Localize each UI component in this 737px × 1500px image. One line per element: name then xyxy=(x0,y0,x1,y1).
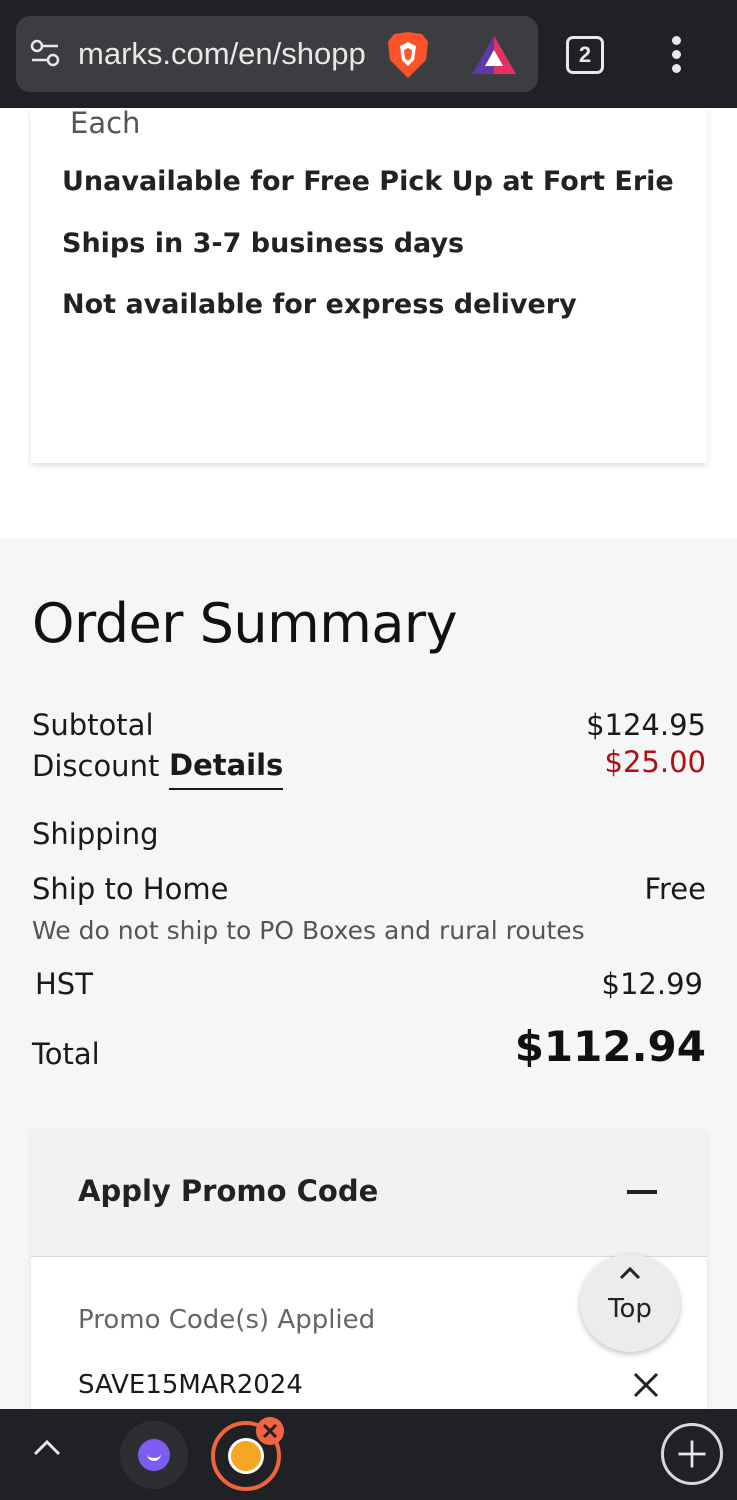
subtotal-label: Subtotal xyxy=(32,708,154,742)
subtotal-value: $124.95 xyxy=(586,708,706,742)
applied-promo-code: SAVE15MAR2024 xyxy=(78,1370,303,1400)
tab-favicon xyxy=(228,1438,264,1474)
ship-to-home-value: Free xyxy=(644,872,706,906)
chevron-up-icon xyxy=(619,1266,641,1280)
more-menu-icon[interactable] xyxy=(664,34,688,74)
shipping-label: Shipping xyxy=(32,817,159,851)
remove-promo-icon[interactable] xyxy=(632,1371,660,1399)
site-settings-icon[interactable] xyxy=(30,38,60,68)
back-to-top-button[interactable]: Top xyxy=(580,1254,680,1352)
discount-label: Discount xyxy=(32,749,160,783)
promo-applied-label: Promo Code(s) Applied xyxy=(78,1305,376,1335)
shipping-note: We do not ship to PO Boxes and rural rou… xyxy=(32,916,585,945)
new-tab-icon[interactable] xyxy=(661,1423,723,1485)
order-summary-title: Order Summary xyxy=(32,592,458,655)
chevron-up-icon[interactable] xyxy=(32,1437,62,1457)
leo-assistant-button[interactable] xyxy=(120,1421,188,1489)
browser-bottom-bar xyxy=(0,1409,737,1500)
brave-rewards-icon[interactable] xyxy=(470,34,518,76)
url-text[interactable]: marks.com/en/shopp xyxy=(78,34,368,74)
hst-value: $12.99 xyxy=(601,967,703,1001)
ship-to-home-label: Ship to Home xyxy=(32,872,229,906)
back-to-top-label: Top xyxy=(608,1294,652,1324)
discount-details-link[interactable]: Details xyxy=(169,748,284,790)
brave-shields-icon[interactable] xyxy=(386,30,430,80)
product-card xyxy=(31,108,707,463)
promo-code-title: Apply Promo Code xyxy=(78,1174,379,1208)
tab-switcher-button[interactable]: 2 xyxy=(566,36,604,74)
collapse-icon[interactable] xyxy=(627,1190,657,1194)
express-availability: Not available for express delivery xyxy=(62,289,577,320)
pickup-availability: Unavailable for Free Pick Up at Fort Eri… xyxy=(62,166,674,197)
hst-label: HST xyxy=(35,967,93,1001)
total-value: $112.94 xyxy=(514,1022,706,1071)
close-icon[interactable] xyxy=(256,1417,284,1445)
browser-top-bar: marks.com/en/shopp 2 xyxy=(0,0,737,108)
leo-icon xyxy=(138,1439,170,1471)
price-unit-label: Each xyxy=(70,106,141,140)
discount-value: $25.00 xyxy=(604,745,706,779)
promo-code-header[interactable]: Apply Promo Code xyxy=(31,1130,707,1257)
shipping-time: Ships in 3-7 business days xyxy=(62,228,465,259)
total-label: Total xyxy=(32,1037,100,1071)
